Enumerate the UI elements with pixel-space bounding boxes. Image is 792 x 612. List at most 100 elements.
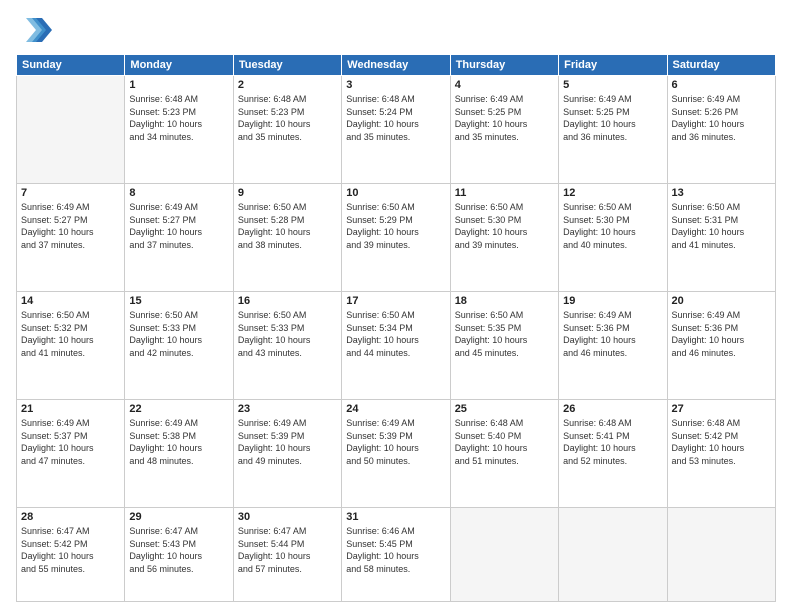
calendar-cell: 28 Sunrise: 6:47 AM Sunset: 5:42 PM Dayli…: [17, 507, 125, 601]
day-number: 31: [346, 511, 445, 523]
day-number: 19: [563, 295, 662, 307]
logo: [16, 12, 54, 48]
day-info: Sunrise: 6:48 AM Sunset: 5:23 PM Dayligh…: [238, 93, 337, 143]
calendar-cell: 20 Sunrise: 6:49 AM Sunset: 5:36 PM Dayli…: [667, 291, 775, 399]
day-number: 2: [238, 79, 337, 91]
day-number: 28: [21, 511, 120, 523]
day-info: Sunrise: 6:49 AM Sunset: 5:38 PM Dayligh…: [129, 417, 228, 467]
day-info: Sunrise: 6:47 AM Sunset: 5:43 PM Dayligh…: [129, 525, 228, 575]
col-header-saturday: Saturday: [667, 55, 775, 76]
day-info: Sunrise: 6:50 AM Sunset: 5:31 PM Dayligh…: [672, 201, 771, 251]
calendar-cell: 13 Sunrise: 6:50 AM Sunset: 5:31 PM Dayli…: [667, 183, 775, 291]
calendar-cell: 26 Sunrise: 6:48 AM Sunset: 5:41 PM Dayli…: [559, 399, 667, 507]
calendar-cell: [559, 507, 667, 601]
day-info: Sunrise: 6:49 AM Sunset: 5:36 PM Dayligh…: [672, 309, 771, 359]
calendar-cell: 27 Sunrise: 6:48 AM Sunset: 5:42 PM Dayli…: [667, 399, 775, 507]
calendar-cell: 3 Sunrise: 6:48 AM Sunset: 5:24 PM Daylig…: [342, 76, 450, 184]
day-number: 17: [346, 295, 445, 307]
day-number: 20: [672, 295, 771, 307]
header: [16, 12, 776, 48]
day-number: 15: [129, 295, 228, 307]
calendar-cell: [450, 507, 558, 601]
calendar-cell: 4 Sunrise: 6:49 AM Sunset: 5:25 PM Daylig…: [450, 76, 558, 184]
day-number: 5: [563, 79, 662, 91]
day-number: 13: [672, 187, 771, 199]
day-number: 11: [455, 187, 554, 199]
day-info: Sunrise: 6:49 AM Sunset: 5:27 PM Dayligh…: [129, 201, 228, 251]
day-number: 24: [346, 403, 445, 415]
day-number: 3: [346, 79, 445, 91]
day-number: 25: [455, 403, 554, 415]
day-info: Sunrise: 6:50 AM Sunset: 5:33 PM Dayligh…: [238, 309, 337, 359]
day-number: 18: [455, 295, 554, 307]
day-number: 10: [346, 187, 445, 199]
day-info: Sunrise: 6:49 AM Sunset: 5:39 PM Dayligh…: [238, 417, 337, 467]
col-header-thursday: Thursday: [450, 55, 558, 76]
day-info: Sunrise: 6:49 AM Sunset: 5:25 PM Dayligh…: [563, 93, 662, 143]
calendar-cell: 15 Sunrise: 6:50 AM Sunset: 5:33 PM Dayli…: [125, 291, 233, 399]
calendar-cell: 7Sunrise: 6:49 AM Sunset: 5:27 PM Daylig…: [17, 183, 125, 291]
day-number: 12: [563, 187, 662, 199]
day-number: 27: [672, 403, 771, 415]
day-number: 9: [238, 187, 337, 199]
calendar-cell: 30 Sunrise: 6:47 AM Sunset: 5:44 PM Dayli…: [233, 507, 341, 601]
calendar-cell: [17, 76, 125, 184]
day-info: Sunrise: 6:49 AM Sunset: 5:27 PM Dayligh…: [21, 201, 120, 251]
calendar-cell: 12 Sunrise: 6:50 AM Sunset: 5:30 PM Dayli…: [559, 183, 667, 291]
day-info: Sunrise: 6:47 AM Sunset: 5:42 PM Dayligh…: [21, 525, 120, 575]
day-number: 4: [455, 79, 554, 91]
day-info: Sunrise: 6:49 AM Sunset: 5:26 PM Dayligh…: [672, 93, 771, 143]
calendar-cell: 17 Sunrise: 6:50 AM Sunset: 5:34 PM Dayli…: [342, 291, 450, 399]
day-info: Sunrise: 6:48 AM Sunset: 5:41 PM Dayligh…: [563, 417, 662, 467]
day-info: Sunrise: 6:48 AM Sunset: 5:24 PM Dayligh…: [346, 93, 445, 143]
day-info: Sunrise: 6:50 AM Sunset: 5:28 PM Dayligh…: [238, 201, 337, 251]
day-info: Sunrise: 6:50 AM Sunset: 5:35 PM Dayligh…: [455, 309, 554, 359]
day-info: Sunrise: 6:50 AM Sunset: 5:32 PM Dayligh…: [21, 309, 120, 359]
day-info: Sunrise: 6:50 AM Sunset: 5:30 PM Dayligh…: [563, 201, 662, 251]
col-header-wednesday: Wednesday: [342, 55, 450, 76]
day-info: Sunrise: 6:49 AM Sunset: 5:39 PM Dayligh…: [346, 417, 445, 467]
calendar-cell: 22 Sunrise: 6:49 AM Sunset: 5:38 PM Dayli…: [125, 399, 233, 507]
day-info: Sunrise: 6:48 AM Sunset: 5:42 PM Dayligh…: [672, 417, 771, 467]
logo-icon: [16, 12, 52, 48]
day-number: 26: [563, 403, 662, 415]
day-info: Sunrise: 6:48 AM Sunset: 5:40 PM Dayligh…: [455, 417, 554, 467]
calendar-cell: 14 Sunrise: 6:50 AM Sunset: 5:32 PM Dayli…: [17, 291, 125, 399]
day-number: 29: [129, 511, 228, 523]
calendar-cell: 1 Sunrise: 6:48 AM Sunset: 5:23 PM Daylig…: [125, 76, 233, 184]
day-info: Sunrise: 6:50 AM Sunset: 5:34 PM Dayligh…: [346, 309, 445, 359]
day-number: 23: [238, 403, 337, 415]
calendar-cell: 25 Sunrise: 6:48 AM Sunset: 5:40 PM Dayli…: [450, 399, 558, 507]
day-number: 22: [129, 403, 228, 415]
calendar-cell: 16 Sunrise: 6:50 AM Sunset: 5:33 PM Dayli…: [233, 291, 341, 399]
calendar-cell: 9 Sunrise: 6:50 AM Sunset: 5:28 PM Daylig…: [233, 183, 341, 291]
day-number: 30: [238, 511, 337, 523]
day-info: Sunrise: 6:49 AM Sunset: 5:36 PM Dayligh…: [563, 309, 662, 359]
calendar-cell: 31Sunrise: 6:46 AM Sunset: 5:45 PM Dayli…: [342, 507, 450, 601]
calendar-cell: 10Sunrise: 6:50 AM Sunset: 5:29 PM Dayli…: [342, 183, 450, 291]
calendar-cell: 11 Sunrise: 6:50 AM Sunset: 5:30 PM Dayli…: [450, 183, 558, 291]
calendar-cell: 24 Sunrise: 6:49 AM Sunset: 5:39 PM Dayli…: [342, 399, 450, 507]
day-number: 1: [129, 79, 228, 91]
day-info: Sunrise: 6:48 AM Sunset: 5:23 PM Dayligh…: [129, 93, 228, 143]
day-number: 16: [238, 295, 337, 307]
day-info: Sunrise: 6:49 AM Sunset: 5:25 PM Dayligh…: [455, 93, 554, 143]
day-number: 14: [21, 295, 120, 307]
col-header-monday: Monday: [125, 55, 233, 76]
page: SundayMondayTuesdayWednesdayThursdayFrid…: [0, 0, 792, 612]
calendar-table: SundayMondayTuesdayWednesdayThursdayFrid…: [16, 54, 776, 602]
day-number: 8: [129, 187, 228, 199]
day-info: Sunrise: 6:47 AM Sunset: 5:44 PM Dayligh…: [238, 525, 337, 575]
day-info: Sunrise: 6:50 AM Sunset: 5:33 PM Dayligh…: [129, 309, 228, 359]
calendar-cell: 18 Sunrise: 6:50 AM Sunset: 5:35 PM Dayli…: [450, 291, 558, 399]
day-number: 6: [672, 79, 771, 91]
calendar-cell: 8 Sunrise: 6:49 AM Sunset: 5:27 PM Daylig…: [125, 183, 233, 291]
col-header-sunday: Sunday: [17, 55, 125, 76]
calendar-cell: 23 Sunrise: 6:49 AM Sunset: 5:39 PM Dayli…: [233, 399, 341, 507]
calendar-cell: [667, 507, 775, 601]
calendar-cell: 6 Sunrise: 6:49 AM Sunset: 5:26 PM Daylig…: [667, 76, 775, 184]
col-header-tuesday: Tuesday: [233, 55, 341, 76]
col-header-friday: Friday: [559, 55, 667, 76]
day-info: Sunrise: 6:49 AM Sunset: 5:37 PM Dayligh…: [21, 417, 120, 467]
day-info: Sunrise: 6:50 AM Sunset: 5:30 PM Dayligh…: [455, 201, 554, 251]
